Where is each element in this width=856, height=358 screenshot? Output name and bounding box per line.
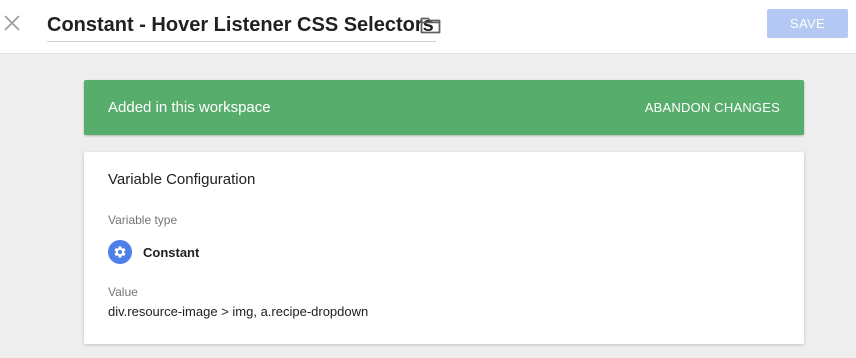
page-title[interactable]: Constant - Hover Listener CSS Selectors [47, 11, 436, 42]
variable-type-selector[interactable]: Constant [108, 240, 199, 264]
card-heading: Variable Configuration [108, 171, 256, 188]
save-button[interactable]: SAVE [767, 9, 848, 38]
close-icon[interactable] [2, 13, 22, 33]
status-message: Added in this workspace [108, 99, 271, 116]
gear-icon [108, 240, 132, 264]
folder-icon[interactable] [420, 16, 441, 34]
variable-type-name: Constant [143, 244, 200, 260]
abandon-changes-button[interactable]: ABANDON CHANGES [645, 100, 780, 115]
top-bar: Constant - Hover Listener CSS Selectors … [0, 0, 856, 54]
variable-type-label: Variable type [108, 213, 178, 227]
variable-value[interactable]: div.resource-image > img, a.recipe-dropd… [108, 304, 368, 319]
workspace-status-banner: Added in this workspace ABANDON CHANGES [84, 80, 804, 135]
variable-configuration-card: Variable Configuration Variable type Con… [84, 152, 804, 344]
value-label: Value [108, 285, 138, 299]
